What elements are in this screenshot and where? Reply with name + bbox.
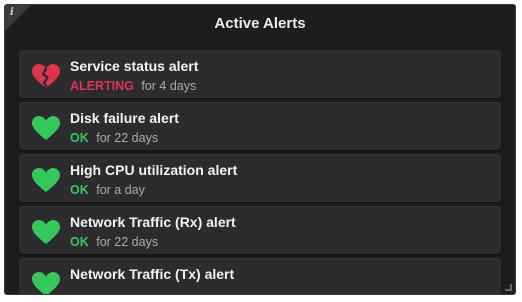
alert-status: OK for 22 days [70, 131, 158, 146]
heart-icon [32, 168, 60, 192]
broken-heart-icon [32, 64, 60, 88]
alert-duration: for 22 days [96, 235, 159, 249]
heart-icon [32, 116, 60, 140]
alert-row-network-tx[interactable]: Network Traffic (Tx) alert [19, 258, 501, 294]
active-alerts-panel: i Active Alerts Service status alert ALE… [4, 4, 516, 295]
alert-state-badge: ALERTING [70, 79, 134, 93]
alert-status: OK for 22 days [70, 235, 158, 250]
alert-status [70, 287, 74, 294]
heart-icon [32, 272, 60, 294]
alert-state-badge: OK [70, 183, 89, 197]
alert-status: ALERTING for 4 days [70, 79, 196, 94]
alert-state-badge: OK [70, 131, 89, 145]
alert-duration: for 22 days [96, 131, 159, 145]
alert-row-service-status[interactable]: Service status alert ALERTING for 4 days [19, 50, 501, 98]
alert-status: OK for a day [70, 183, 145, 198]
alert-duration: for a day [96, 183, 145, 197]
alert-name: Network Traffic (Rx) alert [70, 214, 236, 230]
alert-row-high-cpu[interactable]: High CPU utilization alert OK for a day [19, 154, 501, 202]
alert-row-disk-failure[interactable]: Disk failure alert OK for 22 days [19, 102, 501, 150]
alert-name: Service status alert [70, 58, 199, 74]
panel-title: Active Alerts [214, 15, 306, 32]
alert-row-network-rx[interactable]: Network Traffic (Rx) alert OK for 22 day… [19, 206, 501, 254]
alert-duration: for 4 days [141, 79, 197, 93]
alert-list: Service status alert ALERTING for 4 days… [19, 50, 501, 294]
alert-name: High CPU utilization alert [70, 162, 238, 178]
alert-state-badge: OK [70, 235, 89, 249]
panel-resize-handle[interactable] [505, 284, 512, 291]
alert-name: Disk failure alert [70, 110, 179, 126]
alert-name: Network Traffic (Tx) alert [70, 266, 235, 282]
heart-icon [32, 220, 60, 244]
